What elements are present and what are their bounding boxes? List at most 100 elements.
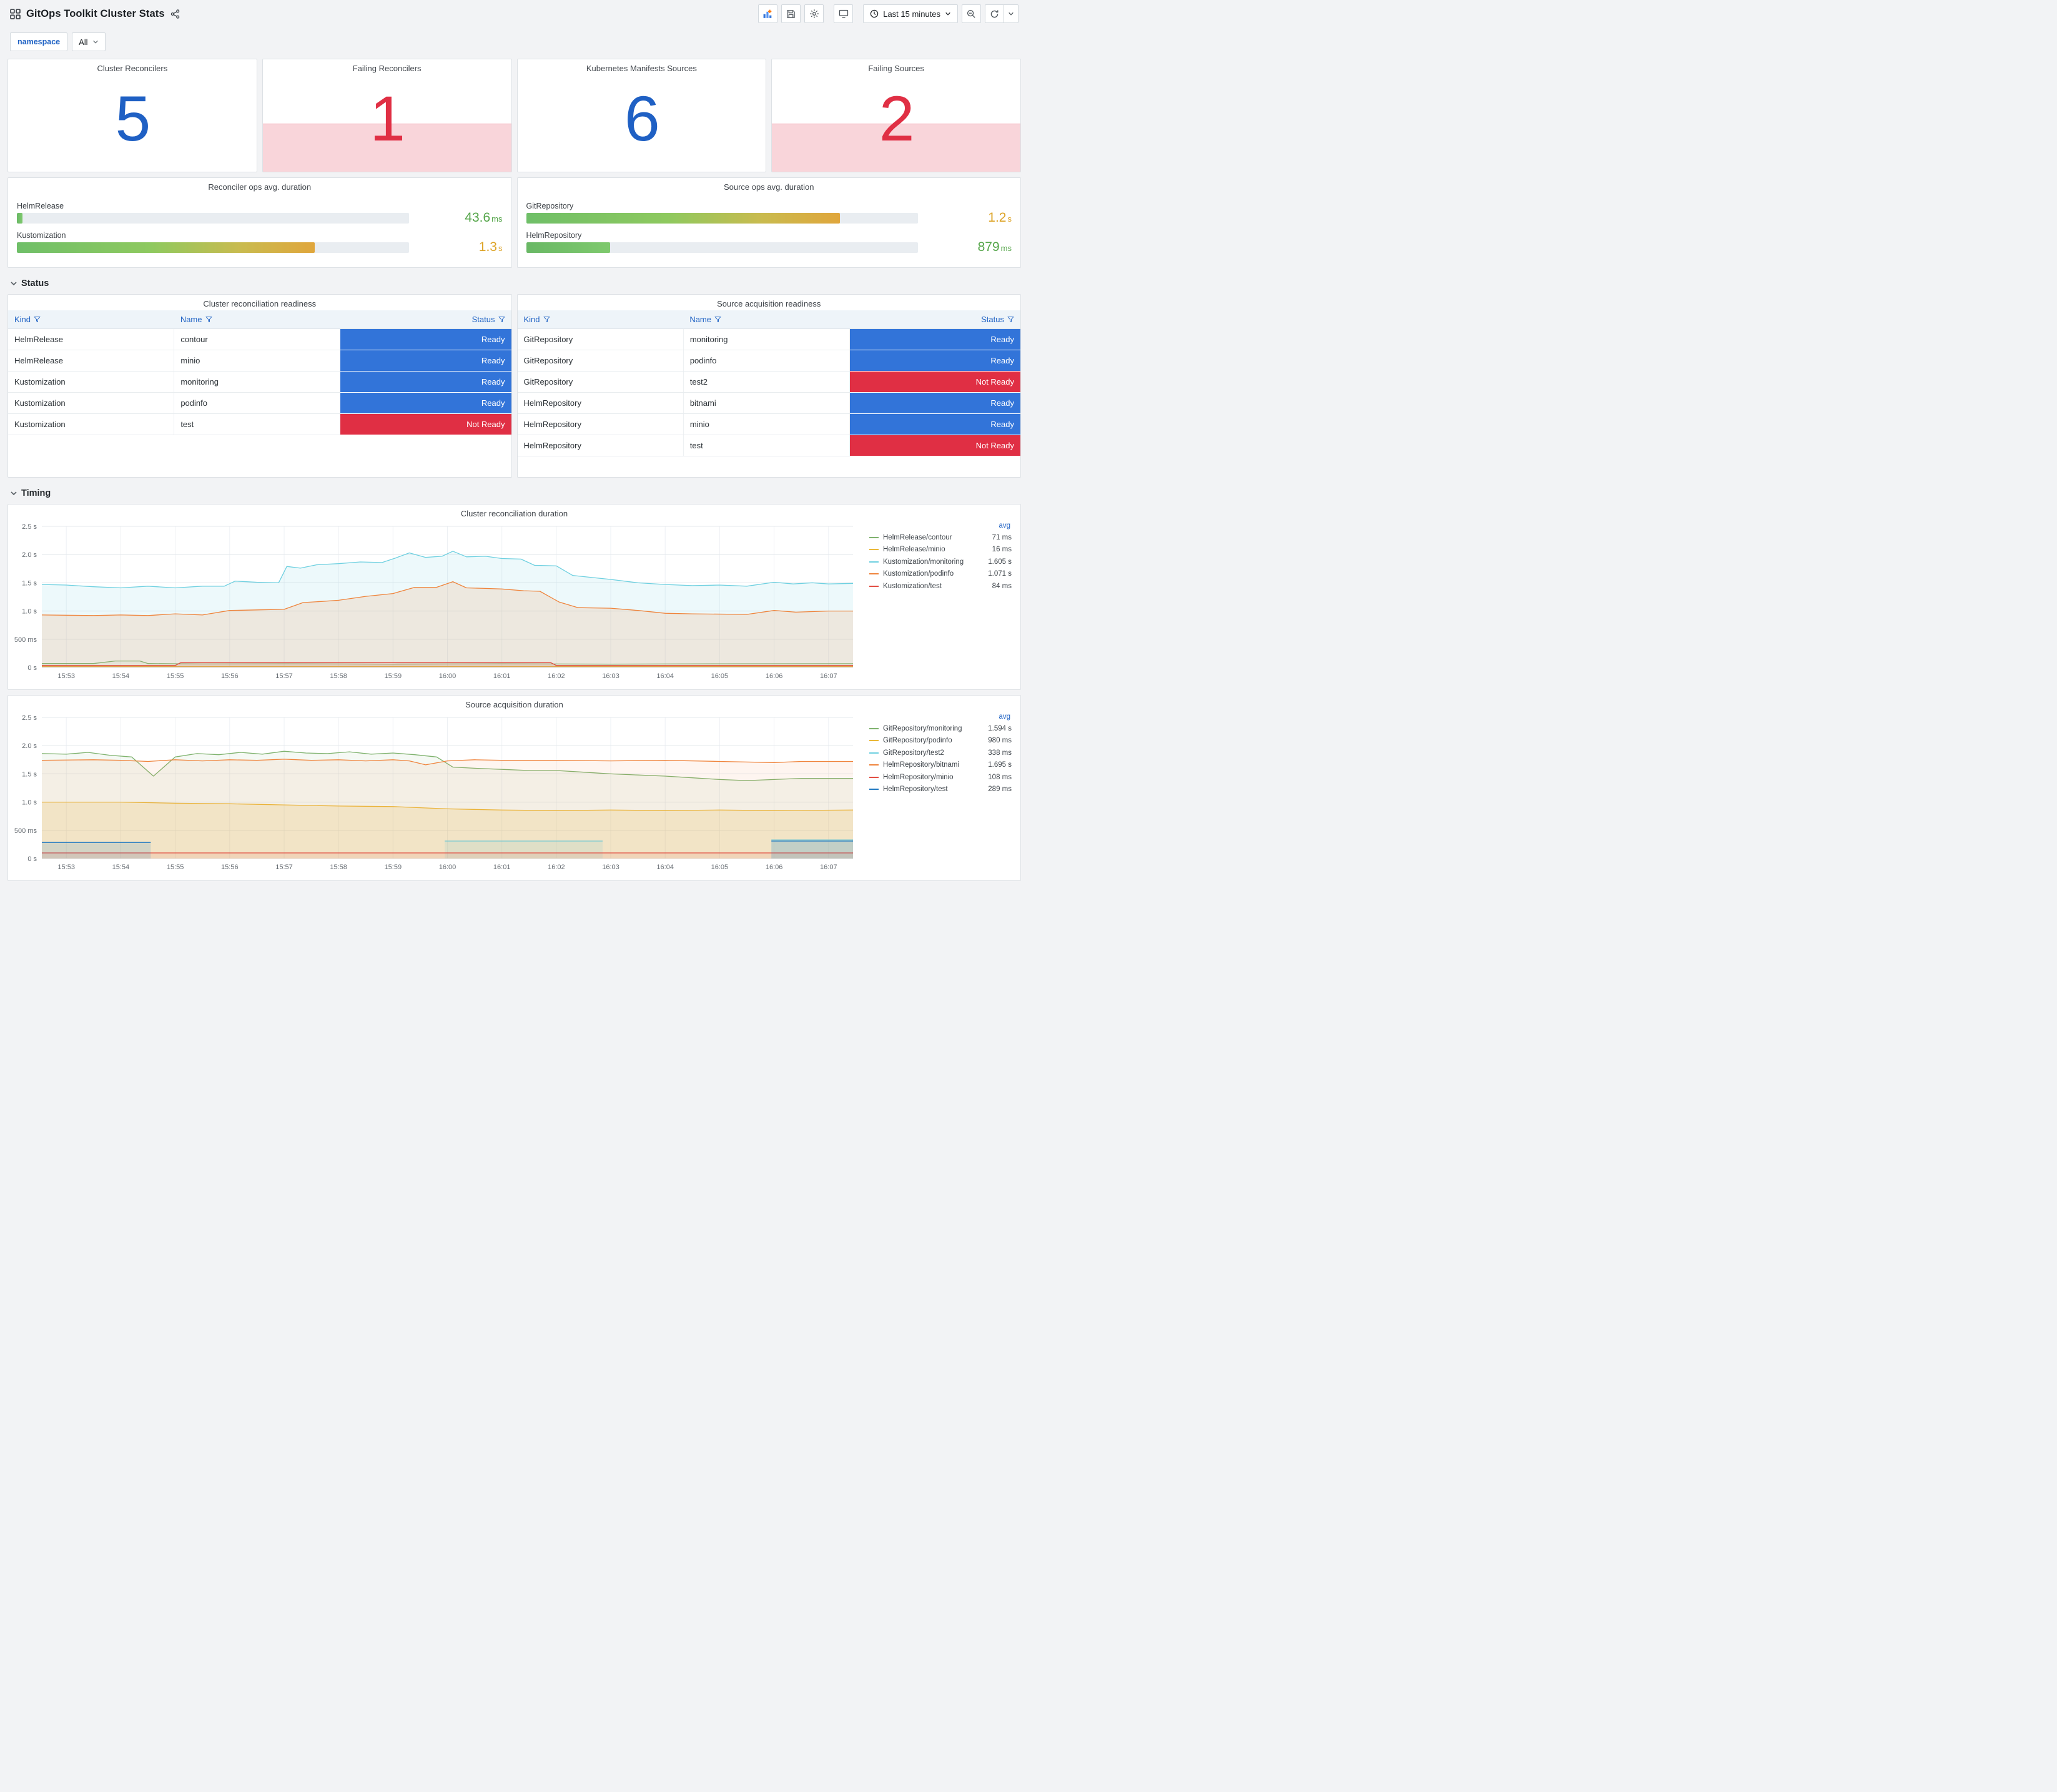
time-range-label: Last 15 minutes — [883, 9, 940, 19]
panel-title[interactable]: Cluster reconciliation duration — [8, 505, 1020, 520]
filter-icon[interactable] — [543, 316, 550, 323]
name-cell: podinfo — [683, 350, 850, 372]
chart-legend: avg HelmRelease/contour 71 ms HelmRelease/m… — [858, 521, 1014, 687]
chevron-down-icon — [11, 491, 17, 496]
filter-icon[interactable] — [34, 316, 41, 323]
add-panel-button[interactable] — [758, 4, 778, 23]
legend-series-name: HelmRepository/bitnami — [883, 761, 960, 769]
kind-cell: GitRepository — [517, 350, 684, 372]
time-range-picker[interactable]: Last 15 minutes — [863, 4, 958, 23]
panel-title[interactable]: Failing Reconcilers — [263, 59, 511, 75]
filter-icon[interactable] — [205, 316, 212, 323]
legend-item[interactable]: GitRepository/podinfo 980 ms — [869, 735, 1012, 747]
column-header-name[interactable]: Name — [683, 310, 850, 329]
table-row: GitRepository monitoring Ready — [517, 328, 1020, 350]
gauge-row: HelmRepository 879 ms — [526, 231, 1012, 254]
legend-item[interactable]: HelmRelease/minio 16 ms — [869, 544, 1012, 556]
name-cell: test2 — [683, 371, 850, 393]
column-header-name[interactable]: Name — [174, 310, 340, 329]
save-dashboard-button[interactable] — [781, 4, 801, 23]
table-row: HelmRepository bitnami Ready — [517, 392, 1020, 414]
table-row: Kustomization monitoring Ready — [8, 371, 511, 393]
stat-panel-failing-reconcilers: Failing Reconcilers 1 — [262, 59, 512, 172]
gauge-label: HelmRelease — [17, 202, 64, 211]
gauge-track — [17, 242, 409, 253]
variable-value-dropdown[interactable]: All — [72, 32, 106, 51]
apps-grid-icon[interactable] — [10, 8, 21, 19]
filter-icon[interactable] — [714, 316, 721, 323]
section-row-status[interactable]: Status — [7, 273, 1021, 294]
legend-series-name: HelmRepository/test — [883, 785, 948, 794]
panel-title[interactable]: Cluster reconciliation readiness — [8, 295, 511, 310]
kind-cell: GitRepository — [517, 371, 684, 393]
legend-series-avg: 71 ms — [992, 533, 1012, 541]
gauge-row: GitRepository 1.2 s — [526, 202, 1012, 225]
legend-item[interactable]: Kustomization/test 84 ms — [869, 580, 1012, 593]
legend-swatch-icon — [869, 740, 879, 742]
chart-plot[interactable]: 0 s 500 ms 1.0 s 1.5 s 2.0 s 2.5 s 15:53 15:54 1… — [12, 521, 858, 682]
legend-item[interactable]: GitRepository/monitoring 1.594 s — [869, 722, 1012, 735]
legend-item[interactable]: HelmRepository/test 289 ms — [869, 784, 1012, 796]
legend-series-name: GitRepository/podinfo — [883, 737, 952, 745]
column-header-status[interactable]: Status — [340, 310, 511, 329]
panel-title[interactable]: Source acquisition readiness — [518, 295, 1021, 310]
gauge-label: GitRepository — [526, 202, 574, 211]
column-header-kind[interactable]: Kind — [8, 310, 174, 329]
legend-series-name: GitRepository/monitoring — [883, 724, 962, 732]
name-cell: bitnami — [683, 392, 850, 414]
gauge-value: 43.6 ms — [465, 210, 503, 225]
gauge-label: Kustomization — [17, 230, 66, 240]
gauge-value: 1.2 s — [988, 210, 1012, 225]
panel-title[interactable]: Reconciler ops avg. duration — [8, 178, 511, 194]
svg-text:16:03: 16:03 — [602, 864, 619, 871]
legend-series-avg: 1.594 s — [988, 724, 1012, 732]
legend-item[interactable]: Kustomization/monitoring 1.605 s — [869, 556, 1012, 568]
legend-item[interactable]: HelmRelease/contour 71 ms — [869, 531, 1012, 544]
svg-text:16:07: 16:07 — [820, 672, 837, 680]
panel-title[interactable]: Cluster Reconcilers — [8, 59, 257, 75]
svg-text:1.0 s: 1.0 s — [22, 799, 37, 807]
filter-icon[interactable] — [1007, 316, 1014, 323]
chart-plot[interactable]: 0 s 500 ms 1.0 s 1.5 s 2.0 s 2.5 s 15:53 15:54 1… — [12, 712, 858, 874]
svg-text:16:01: 16:01 — [493, 864, 511, 871]
refresh-interval-dropdown[interactable] — [1004, 4, 1019, 23]
column-header-kind[interactable]: Kind — [517, 310, 684, 329]
zoom-out-button[interactable] — [962, 4, 981, 23]
gauge-bar — [526, 213, 840, 224]
dashboard-settings-button[interactable] — [804, 4, 824, 23]
gauge-bar — [17, 213, 23, 224]
legend-series-avg: 1.071 s — [988, 570, 1012, 578]
status-cell: Ready — [849, 392, 1020, 414]
panel-title[interactable]: Source ops avg. duration — [518, 178, 1021, 194]
cycle-view-mode-button[interactable] — [834, 4, 854, 23]
gauge-bar — [526, 242, 611, 253]
panel-title[interactable]: Source acquisition duration — [8, 696, 1020, 711]
stat-value: 1 — [370, 82, 405, 154]
svg-text:15:58: 15:58 — [330, 672, 347, 680]
name-cell: minio — [174, 350, 341, 372]
refresh-button[interactable] — [985, 4, 1004, 23]
share-icon[interactable] — [170, 9, 180, 19]
legend-item[interactable]: HelmRepository/bitnami 1.695 s — [869, 759, 1012, 772]
svg-text:0 s: 0 s — [27, 855, 37, 863]
submenu: namespace All — [7, 27, 1021, 59]
legend-item[interactable]: HelmRepository/minio 108 ms — [869, 771, 1012, 784]
svg-text:15:53: 15:53 — [57, 672, 75, 680]
svg-text:15:57: 15:57 — [275, 864, 293, 871]
legend-swatch-icon — [869, 573, 879, 575]
legend-item[interactable]: Kustomization/podinfo 1.071 s — [869, 568, 1012, 581]
legend-item[interactable]: GitRepository/test2 338 ms — [869, 747, 1012, 759]
section-row-timing[interactable]: Timing — [7, 483, 1021, 504]
stats-row: Cluster Reconcilers 5 Failing Reconciler… — [7, 59, 1021, 172]
kind-cell: HelmRepository — [517, 392, 684, 414]
section-title: Status — [21, 278, 49, 288]
chart-panel-cluster-reconciliation: Cluster reconciliation duration 0 s 500 m… — [7, 504, 1021, 690]
svg-text:15:54: 15:54 — [112, 672, 130, 680]
panel-title[interactable]: Failing Sources — [772, 59, 1020, 75]
chart-canvas: 0 s 500 ms 1.0 s 1.5 s 2.0 s 2.5 s 15:53 15:54 1… — [14, 523, 854, 680]
filter-icon[interactable] — [498, 316, 505, 323]
panel-title[interactable]: Kubernetes Manifests Sources — [518, 59, 766, 75]
table-row: Kustomization test Not Ready — [8, 413, 511, 435]
gauge-row: HelmRelease 43.6 ms — [17, 202, 503, 225]
column-header-status[interactable]: Status — [849, 310, 1020, 329]
